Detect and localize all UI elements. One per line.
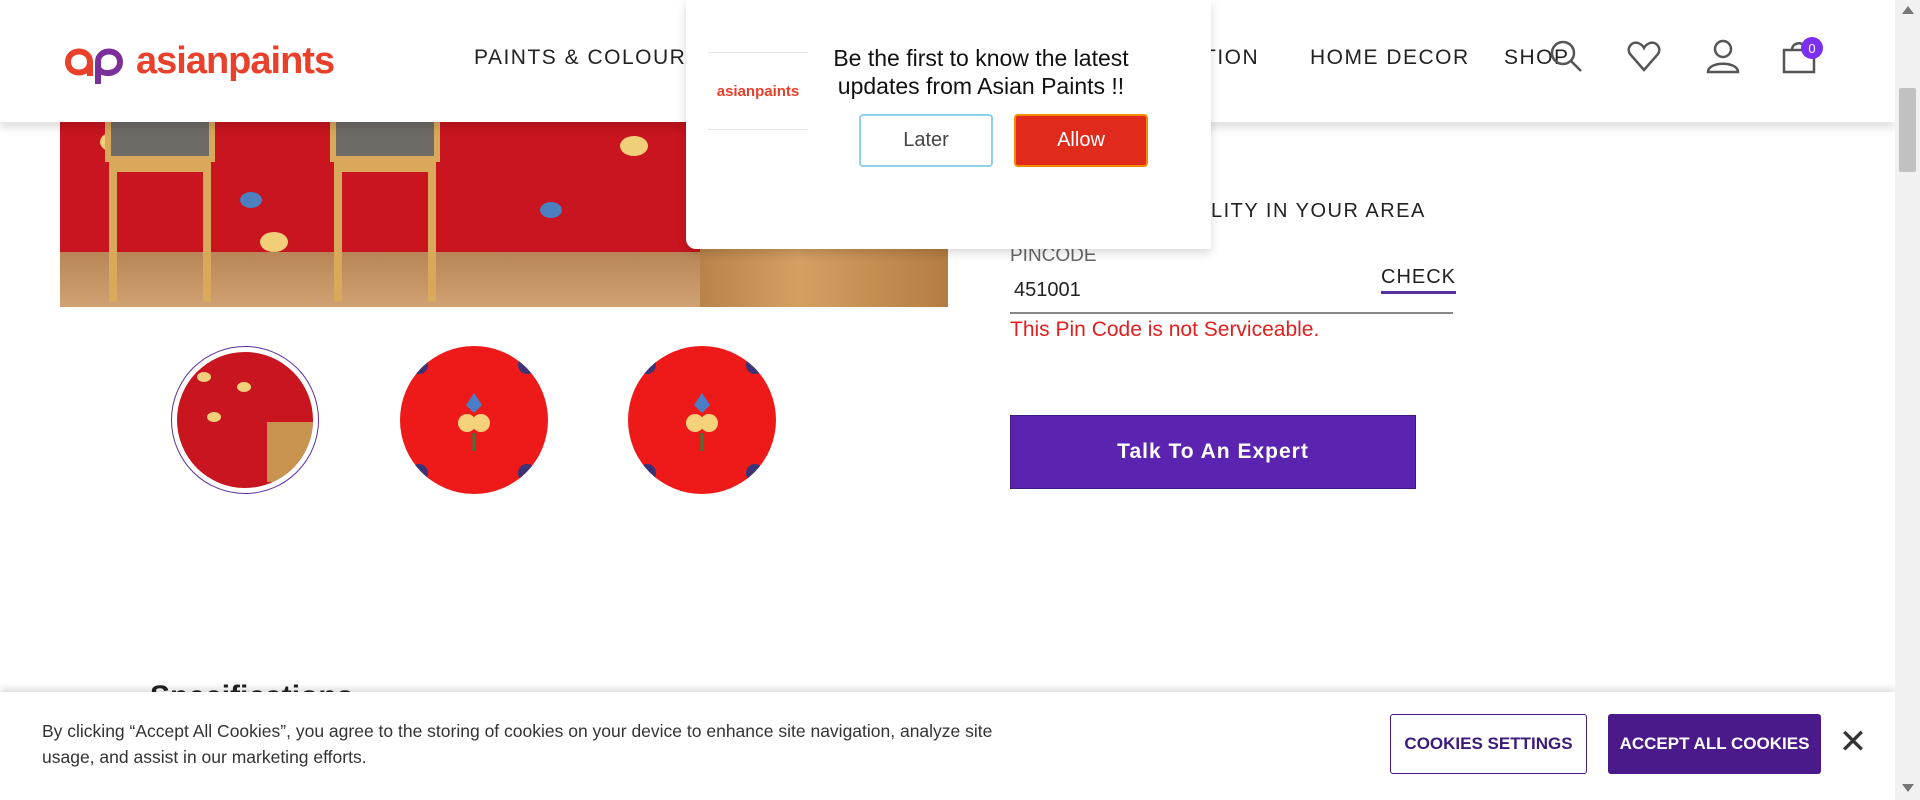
nav-paints-colours[interactable]: PAINTS & COLOURS [474, 46, 702, 70]
availability-heading: LITY IN YOUR AREA [1211, 200, 1426, 222]
close-icon[interactable]: ✕ [1833, 722, 1873, 762]
cookies-settings-button[interactable]: COOKIES SETTINGS [1390, 714, 1587, 774]
cookie-banner: By clicking “Accept All Cookies”, you ag… [0, 692, 1895, 800]
search-icon[interactable] [1546, 36, 1586, 76]
pincode-error-message: This Pin Code is not Serviceable. [1010, 318, 1320, 341]
page: LITY IN YOUR AREA PINCODE CHECK This Pin… [0, 0, 1920, 800]
bouquet-motif [686, 393, 718, 451]
scroll-up-arrow-icon[interactable] [1902, 6, 1914, 14]
wallpaper-motif [540, 202, 562, 218]
check-pincode-button[interactable]: CHECK [1381, 266, 1457, 294]
wallpaper-motif [240, 192, 262, 208]
nav-home-decor[interactable]: HOME DECOR [1310, 46, 1470, 70]
scroll-down-arrow-icon[interactable] [1902, 784, 1914, 792]
talk-to-expert-button[interactable]: Talk To An Expert [1010, 415, 1416, 489]
page-scrollbar[interactable] [1895, 0, 1920, 800]
notification-permission-popup: asianpaints Be the first to know the lat… [686, 0, 1211, 249]
wallpaper-motif [620, 136, 648, 156]
cookie-consent-text: By clicking “Accept All Cookies”, you ag… [42, 721, 993, 767]
thumbnail-room[interactable] [171, 346, 319, 494]
logo-mark-icon [64, 48, 124, 84]
logo-text: asianpaints [136, 39, 335, 82]
thumbnail-pattern-1[interactable] [400, 346, 548, 494]
popup-logo: asianpaints [708, 52, 808, 130]
wishlist-heart-icon[interactable] [1624, 36, 1664, 76]
popup-message: Be the first to know the latest updates … [833, 45, 1129, 99]
chair [330, 122, 440, 307]
thumbnail-pattern-2[interactable] [628, 346, 776, 494]
scroll-thumb[interactable] [1899, 88, 1916, 172]
allow-button[interactable]: Allow [1014, 114, 1148, 167]
later-button[interactable]: Later [859, 114, 993, 167]
account-icon[interactable] [1703, 36, 1743, 76]
popup-logo-text: asianpaints [716, 82, 800, 100]
cart-count-badge: 0 [1801, 37, 1823, 59]
asianpaints-logo[interactable]: asianpaints [60, 36, 335, 86]
chair [105, 122, 215, 307]
accept-all-cookies-button[interactable]: ACCEPT ALL COOKIES [1608, 714, 1821, 774]
nav-inspiration[interactable]: TION [1203, 46, 1259, 70]
wallpaper-motif [260, 232, 288, 252]
bouquet-motif [458, 393, 490, 451]
